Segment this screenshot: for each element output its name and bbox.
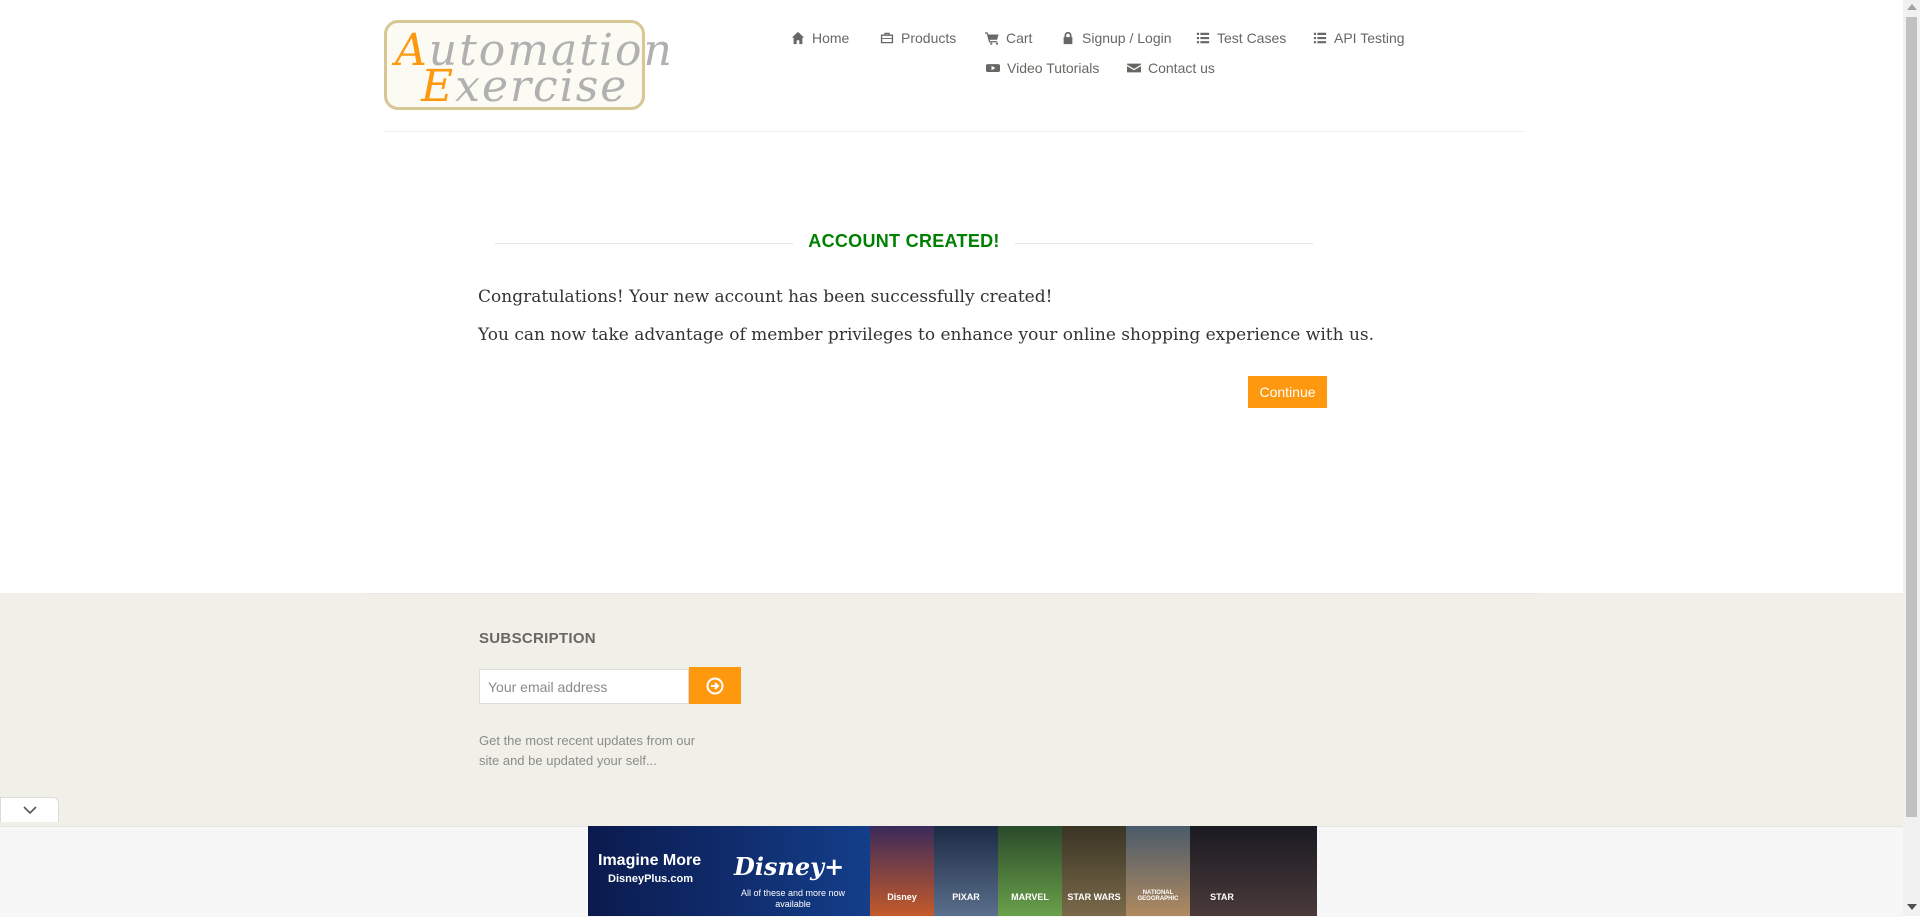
footer <box>0 593 1903 829</box>
congrats-message: Congratulations! Your new account has be… <box>478 287 1053 307</box>
nav-cart[interactable]: Cart <box>985 30 1032 46</box>
subscribe-button[interactable] <box>689 667 741 704</box>
chevron-down-icon <box>22 806 37 815</box>
nav-video-tutorials[interactable]: Video Tutorials <box>986 60 1099 76</box>
ad-tile-label: PIXAR <box>952 892 980 902</box>
continue-button[interactable]: Continue <box>1248 376 1327 408</box>
nav-home[interactable]: Home <box>791 30 849 46</box>
ad-headline: Imagine More <box>598 852 702 869</box>
scrollbar-thumb[interactable] <box>1906 17 1917 817</box>
logo-text-line2: xercise <box>455 61 629 112</box>
products-icon <box>880 32 894 44</box>
nav-signup-login-label: Signup / Login <box>1082 30 1172 46</box>
ad-tile-label: STAR WARS <box>1067 892 1121 902</box>
nav-api-testing[interactable]: API Testing <box>1313 30 1405 46</box>
ad-tile-label: STAR <box>1210 892 1234 902</box>
subscription-description: Get the most recent updates from our sit… <box>479 733 696 768</box>
ad-url: DisneyPlus.com <box>608 873 693 885</box>
envelope-icon <box>1127 63 1141 73</box>
nav-products-label: Products <box>901 30 957 46</box>
nav-home-label: Home <box>812 30 850 46</box>
nav-test-cases[interactable]: Test Cases <box>1196 30 1286 46</box>
cart-icon <box>985 32 999 45</box>
nav-signup-login[interactable]: Signup / Login <box>1061 30 1172 46</box>
header: Automation Exercise Home Products Cart S… <box>0 0 1920 132</box>
ad-brand-panel: Imagine More DisneyPlus.com Disney+ All … <box>588 826 870 916</box>
ad-tile-marvel: MARVEL <box>998 826 1062 916</box>
subscription-title: SUBSCRIPTION <box>479 630 596 647</box>
ad-tile-disney: Disney <box>870 826 934 916</box>
ad-tile-star: STAR <box>1190 826 1317 916</box>
ad-tile-label: NATIONAL GEOGRAPHIC <box>1137 890 1179 902</box>
ad-tile-pixar: PIXAR <box>934 826 998 916</box>
arrow-circle-right-icon <box>706 677 724 694</box>
ad-subline: All of these and more now available <box>740 888 846 909</box>
ad-collapse-toggle[interactable] <box>0 797 59 822</box>
nav-cart-label: Cart <box>1006 30 1033 46</box>
nav-video-tutorials-label: Video Tutorials <box>1007 60 1100 76</box>
ad-brand-logo: Disney+ <box>734 852 845 881</box>
home-icon <box>791 31 805 45</box>
list-icon <box>1196 32 1210 44</box>
ad-tile-label: Disney <box>887 892 917 902</box>
ad-tile-star-wars: STAR WARS <box>1062 826 1126 916</box>
ad-tile-label: MARVEL <box>1011 892 1049 902</box>
nav-products[interactable]: Products <box>880 30 956 46</box>
lock-icon <box>1063 31 1073 45</box>
header-divider <box>384 131 1524 132</box>
subscribe-email-input[interactable] <box>479 669 689 704</box>
scroll-down-arrow-icon[interactable] <box>1907 904 1917 910</box>
youtube-icon <box>986 64 1000 72</box>
nav-contact-us[interactable]: Contact us <box>1127 60 1215 76</box>
logo-cap-e: E <box>421 61 456 112</box>
scroll-up-arrow-icon[interactable] <box>1907 4 1917 10</box>
ad-tile-national-geographic: NATIONAL GEOGRAPHIC <box>1126 826 1190 916</box>
disney-plus-ad-banner[interactable]: Imagine More DisneyPlus.com Disney+ All … <box>588 826 1317 916</box>
privileges-message: You can now take advantage of member pri… <box>478 325 1375 345</box>
account-created-heading: ACCOUNT CREATED! <box>495 230 1313 254</box>
site-logo[interactable]: Automation Exercise <box>384 20 672 112</box>
footer-divider <box>366 593 1538 594</box>
nav-api-testing-label: API Testing <box>1334 30 1405 46</box>
list-icon <box>1313 32 1327 44</box>
nav-test-cases-label: Test Cases <box>1217 30 1287 46</box>
page-title: ACCOUNT CREATED! <box>808 231 1000 251</box>
nav-contact-us-label: Contact us <box>1148 60 1215 76</box>
